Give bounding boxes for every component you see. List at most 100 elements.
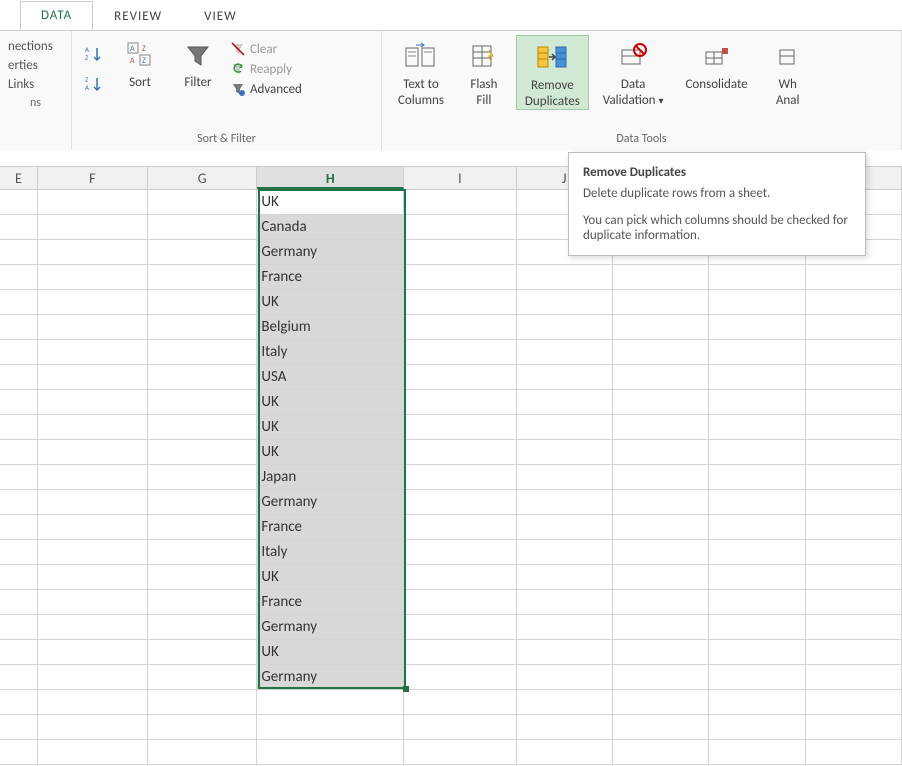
- sort-button[interactable]: AZZA Sort: [114, 35, 166, 90]
- cell[interactable]: [148, 490, 257, 515]
- cell[interactable]: [148, 690, 257, 715]
- cell[interactable]: [148, 715, 257, 740]
- cell[interactable]: [148, 515, 257, 540]
- sort-ascending-button[interactable]: AZ: [80, 41, 108, 69]
- tab-data[interactable]: DATA: [20, 1, 93, 30]
- cell[interactable]: [0, 340, 38, 365]
- cell[interactable]: [148, 565, 257, 590]
- cell[interactable]: [613, 290, 709, 315]
- flash-fill-button[interactable]: Flash Fill: [458, 35, 510, 108]
- cell[interactable]: [806, 290, 902, 315]
- column-header-I[interactable]: I: [404, 167, 516, 189]
- cell[interactable]: [613, 615, 709, 640]
- cell[interactable]: [38, 365, 148, 390]
- sort-descending-button[interactable]: ZA: [80, 71, 108, 99]
- cell[interactable]: [613, 740, 709, 765]
- cell[interactable]: [709, 465, 805, 490]
- cell[interactable]: [38, 465, 148, 490]
- cell[interactable]: [709, 390, 805, 415]
- cell[interactable]: [404, 340, 516, 365]
- cell[interactable]: UK: [257, 565, 404, 590]
- cell[interactable]: [517, 740, 613, 765]
- cell[interactable]: [148, 215, 257, 240]
- cell[interactable]: [806, 490, 902, 515]
- cell[interactable]: [0, 415, 38, 440]
- cell[interactable]: UK: [257, 440, 404, 465]
- data-validation-button[interactable]: Data Validation ▾: [595, 35, 672, 108]
- cell[interactable]: Germany: [257, 240, 404, 265]
- cell[interactable]: [0, 465, 38, 490]
- cell[interactable]: [38, 590, 148, 615]
- cell[interactable]: [38, 515, 148, 540]
- tab-review[interactable]: REVIEW: [93, 2, 183, 30]
- cell[interactable]: [38, 190, 148, 215]
- cell[interactable]: [613, 440, 709, 465]
- cell[interactable]: [517, 265, 613, 290]
- properties-item[interactable]: erties: [8, 56, 63, 75]
- cell[interactable]: [0, 215, 38, 240]
- cell[interactable]: [148, 615, 257, 640]
- cell[interactable]: [404, 365, 516, 390]
- cell[interactable]: [148, 665, 257, 690]
- column-header-F[interactable]: F: [38, 167, 148, 189]
- cell[interactable]: [148, 540, 257, 565]
- cell[interactable]: [806, 265, 902, 290]
- cell[interactable]: [38, 665, 148, 690]
- cell[interactable]: [148, 415, 257, 440]
- cell[interactable]: [709, 515, 805, 540]
- cell[interactable]: [613, 715, 709, 740]
- cell[interactable]: [404, 665, 516, 690]
- cell[interactable]: [806, 465, 902, 490]
- cell[interactable]: [613, 515, 709, 540]
- cell[interactable]: [517, 440, 613, 465]
- cell[interactable]: [0, 390, 38, 415]
- cell[interactable]: France: [257, 590, 404, 615]
- cell[interactable]: France: [257, 265, 404, 290]
- cell[interactable]: France: [257, 515, 404, 540]
- cell[interactable]: [709, 365, 805, 390]
- cell[interactable]: [517, 640, 613, 665]
- tab-view[interactable]: VIEW: [183, 2, 258, 30]
- cell[interactable]: [709, 565, 805, 590]
- cell[interactable]: UK: [257, 190, 404, 215]
- cell[interactable]: [613, 390, 709, 415]
- cell[interactable]: [517, 690, 613, 715]
- cell[interactable]: [709, 265, 805, 290]
- cell[interactable]: [613, 315, 709, 340]
- reapply-filter-button[interactable]: Reapply: [230, 61, 302, 77]
- cell[interactable]: [613, 465, 709, 490]
- cell[interactable]: [517, 490, 613, 515]
- cell[interactable]: [257, 690, 404, 715]
- cell[interactable]: [517, 515, 613, 540]
- clear-filter-button[interactable]: Clear: [230, 41, 302, 57]
- cell[interactable]: [806, 440, 902, 465]
- cell[interactable]: [613, 265, 709, 290]
- cell[interactable]: [613, 640, 709, 665]
- cell[interactable]: [404, 390, 516, 415]
- cell[interactable]: [148, 315, 257, 340]
- cell[interactable]: Germany: [257, 665, 404, 690]
- cell[interactable]: [613, 690, 709, 715]
- cell[interactable]: [709, 590, 805, 615]
- cell[interactable]: [806, 590, 902, 615]
- cell[interactable]: [0, 315, 38, 340]
- cell[interactable]: [148, 290, 257, 315]
- cell[interactable]: [404, 240, 516, 265]
- text-to-columns-button[interactable]: Text to Columns: [390, 35, 452, 108]
- cell[interactable]: [0, 190, 38, 215]
- cell[interactable]: [148, 590, 257, 615]
- cell[interactable]: [404, 540, 516, 565]
- cell[interactable]: [709, 690, 805, 715]
- spreadsheet-grid[interactable]: UKCanadaGermanyFranceUKBelgiumItalyUSAUK…: [0, 190, 902, 765]
- cell[interactable]: [517, 365, 613, 390]
- cell[interactable]: [517, 465, 613, 490]
- cell[interactable]: [0, 515, 38, 540]
- cell[interactable]: [709, 440, 805, 465]
- cell[interactable]: [0, 590, 38, 615]
- cell[interactable]: [38, 440, 148, 465]
- cell[interactable]: [38, 615, 148, 640]
- cell[interactable]: [709, 540, 805, 565]
- cell[interactable]: UK: [257, 290, 404, 315]
- cell[interactable]: [148, 390, 257, 415]
- consolidate-button[interactable]: Consolidate: [678, 35, 756, 93]
